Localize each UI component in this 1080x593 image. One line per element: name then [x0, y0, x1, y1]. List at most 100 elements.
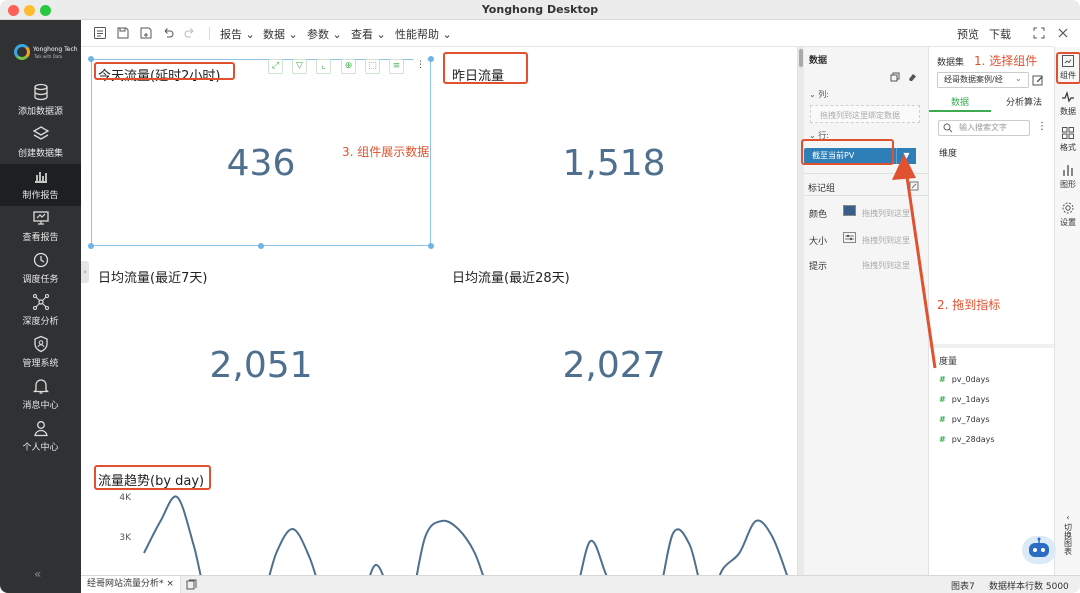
- data-point[interactable]: [590, 540, 592, 542]
- menu-label: 数据: [263, 28, 285, 41]
- sidebar-item-profile[interactable]: 个人中心: [0, 416, 81, 458]
- resize-handle[interactable]: [258, 243, 264, 249]
- sidebar-item-schedule[interactable]: 调度任务: [0, 248, 81, 290]
- measure-item[interactable]: # pv_28days: [939, 435, 995, 444]
- data-point[interactable]: [375, 564, 377, 566]
- download-button[interactable]: 下载: [989, 26, 1011, 42]
- data-point[interactable]: [275, 552, 277, 554]
- zoom-icon[interactable]: ⊕: [341, 59, 356, 74]
- scrollbar-thumb[interactable]: [799, 49, 803, 67]
- data-point[interactable]: [738, 552, 740, 554]
- sidebar-item-deep-analysis[interactable]: 深度分析: [0, 290, 81, 332]
- app-window: Yonghong Desktop Yonghong Tech Talk with…: [0, 0, 1080, 593]
- menu-report[interactable]: 报告 ⌄: [220, 26, 255, 42]
- resize-handle[interactable]: [88, 243, 94, 249]
- vbar-item-settings[interactable]: 设置: [1055, 201, 1080, 228]
- data-point[interactable]: [292, 528, 294, 530]
- highlight-box: [1056, 52, 1080, 84]
- data-point[interactable]: [457, 528, 459, 530]
- layers-icon: [32, 126, 49, 140]
- mark-group-label: 标记组: [808, 184, 836, 194]
- more-icon[interactable]: ⋮: [1037, 121, 1047, 132]
- undo-icon[interactable]: [161, 26, 175, 40]
- toolbar: 报告 ⌄ 数据 ⌄ 参数 ⌄ 查看 ⌄ 性能帮助 ⌄ 预览 下载: [81, 20, 1068, 47]
- trend-line-chart[interactable]: 4K 3K: [81, 487, 797, 575]
- size-slider-icon[interactable]: [843, 232, 856, 243]
- new-report-icon[interactable]: [93, 26, 107, 40]
- dataset-label: 数据集: [937, 58, 965, 68]
- data-point[interactable]: [672, 532, 674, 534]
- data-point[interactable]: [474, 552, 476, 554]
- measure-item[interactable]: # pv_7days: [939, 415, 990, 424]
- data-point[interactable]: [755, 520, 757, 522]
- select-icon[interactable]: ⬚: [365, 59, 380, 74]
- column-drop-zone[interactable]: 拖拽列到这里绑定数据: [810, 105, 920, 123]
- right-tool-bar: 组件 数据 格式 图形 设置 ‹ 切换图表: [1054, 47, 1080, 575]
- sidebar-item-view-report[interactable]: 查看报告: [0, 206, 81, 248]
- more-icon[interactable]: ⋮: [413, 59, 428, 74]
- data-point[interactable]: [722, 568, 724, 570]
- collapse-sidebar-icon[interactable]: «: [34, 567, 41, 581]
- vbar-item-data[interactable]: 数据: [1055, 90, 1080, 117]
- switch-chart-button[interactable]: ‹ 切换图表: [1061, 512, 1075, 558]
- sidebar-item-messages[interactable]: 消息中心: [0, 374, 81, 416]
- expand-left-tab[interactable]: ›: [81, 261, 89, 283]
- menu-data[interactable]: 数据 ⌄: [263, 26, 298, 42]
- scrollbar[interactable]: [798, 47, 804, 575]
- resize-handle[interactable]: [428, 56, 434, 62]
- chevron-down-icon[interactable]: ⌄: [1015, 74, 1022, 83]
- menu-view[interactable]: 查看 ⌄: [351, 26, 386, 42]
- data-point[interactable]: [441, 520, 443, 522]
- filter-icon[interactable]: ▽: [292, 59, 307, 74]
- series-line[interactable]: [143, 495, 789, 575]
- data-point[interactable]: [193, 544, 195, 546]
- vbar-item-format[interactable]: 格式: [1055, 126, 1080, 153]
- eraser-icon[interactable]: [907, 72, 917, 82]
- assistant-robot-icon[interactable]: [1022, 536, 1056, 564]
- data-point[interactable]: [308, 556, 310, 558]
- edit-icon[interactable]: [1032, 74, 1044, 86]
- resize-handle[interactable]: [88, 56, 94, 62]
- sidebar-item-make-report[interactable]: 制作报告: [0, 164, 81, 206]
- sidebar-item-create-dataset[interactable]: 创建数据集: [0, 122, 81, 164]
- data-point[interactable]: [771, 536, 773, 538]
- menu-performance-help[interactable]: 性能帮助 ⌄: [395, 26, 452, 42]
- fullscreen-icon[interactable]: [1032, 26, 1046, 40]
- menu-label: 参数: [307, 28, 329, 41]
- data-point[interactable]: [160, 520, 162, 522]
- data-point[interactable]: [143, 552, 145, 554]
- vbar-item-graphic[interactable]: 图形: [1055, 163, 1080, 190]
- save-icon[interactable]: [116, 26, 130, 40]
- add-tab-icon[interactable]: [186, 579, 197, 590]
- data-point[interactable]: [689, 544, 691, 546]
- copy-icon[interactable]: [890, 72, 900, 82]
- close-icon[interactable]: [1056, 26, 1070, 40]
- status-bar: 经哥网站流量分析* × 图表7 数据样本行数 5000: [81, 575, 1080, 593]
- maximize-icon[interactable]: ⤢: [268, 59, 283, 74]
- close-tab-icon[interactable]: ×: [166, 579, 174, 589]
- save-as-icon[interactable]: [139, 26, 153, 40]
- sidebar-item-add-datasource[interactable]: 添加数据源: [0, 80, 81, 122]
- arrow-icon: [892, 154, 937, 369]
- axis-icon[interactable]: ⌞: [316, 59, 331, 74]
- color-swatch-icon[interactable]: [843, 205, 856, 216]
- title-bar: Yonghong Desktop: [0, 0, 1080, 20]
- tab-data[interactable]: 数据: [951, 95, 969, 108]
- sidebar-item-admin[interactable]: 管理系统: [0, 332, 81, 374]
- search-icon: [943, 123, 953, 133]
- measure-item[interactable]: # pv_0days: [939, 375, 990, 384]
- menu-parameters[interactable]: 参数 ⌄: [307, 26, 342, 42]
- preview-button[interactable]: 预览: [957, 26, 979, 42]
- redo-icon[interactable]: [183, 26, 197, 40]
- column-label: ⌄ 列:: [809, 90, 829, 99]
- vbar-label: 设置: [1060, 218, 1076, 227]
- data-point[interactable]: [424, 536, 426, 538]
- report-tab[interactable]: 经哥网站流量分析* ×: [81, 576, 181, 593]
- list-icon[interactable]: ≡: [389, 59, 404, 74]
- report-canvas[interactable]: › ⤢ ▽ ⌞ ⊕ ⬚ ≡ ⋮ 今天流量(延时2小时) 436 3. 组件展示数…: [81, 47, 797, 575]
- tab-analysis-algorithm[interactable]: 分析算法: [1006, 95, 1042, 108]
- panel-header: 数据: [809, 56, 828, 66]
- data-point[interactable]: [176, 496, 178, 498]
- measure-item[interactable]: # pv_1days: [939, 395, 990, 404]
- resize-handle[interactable]: [428, 243, 434, 249]
